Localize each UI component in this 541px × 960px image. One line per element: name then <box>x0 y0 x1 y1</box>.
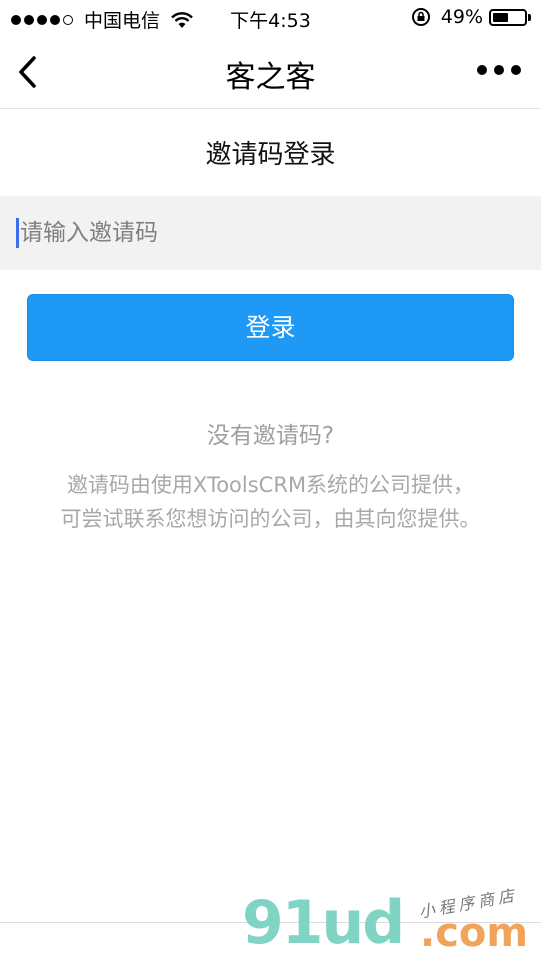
status-right: 49% <box>411 6 531 28</box>
watermark-domain: .com <box>420 910 529 956</box>
watermark-logo: 91ud 小程序商店 .com <box>240 885 540 958</box>
watermark-brand: 91ud <box>242 888 405 958</box>
more-options-button[interactable] <box>477 62 521 78</box>
battery-percent: 49% <box>440 6 483 28</box>
battery-tip <box>528 13 531 21</box>
no-invite-code-title: 没有邀请码? <box>206 423 335 449</box>
battery-icon <box>489 8 527 26</box>
more-dot-icon <box>494 65 504 75</box>
more-dot-icon <box>511 65 521 75</box>
status-bar: 中国电信 下午4:53 49% <box>0 0 541 36</box>
rotation-lock-icon <box>411 8 430 26</box>
no-invite-code-description: 邀请码由使用XToolsCRM系统的公司提供，可尝试联系您想访问的公司，由其向您… <box>60 473 481 531</box>
navigation-bar: 客之客 <box>0 36 541 109</box>
page-title: 客之客 <box>225 60 316 95</box>
invite-code-input[interactable] <box>0 196 541 270</box>
text-caret <box>16 218 19 248</box>
more-dot-icon <box>477 65 487 75</box>
login-section-title: 邀请码登录 <box>205 140 336 170</box>
login-button[interactable]: 登录 <box>27 294 514 361</box>
